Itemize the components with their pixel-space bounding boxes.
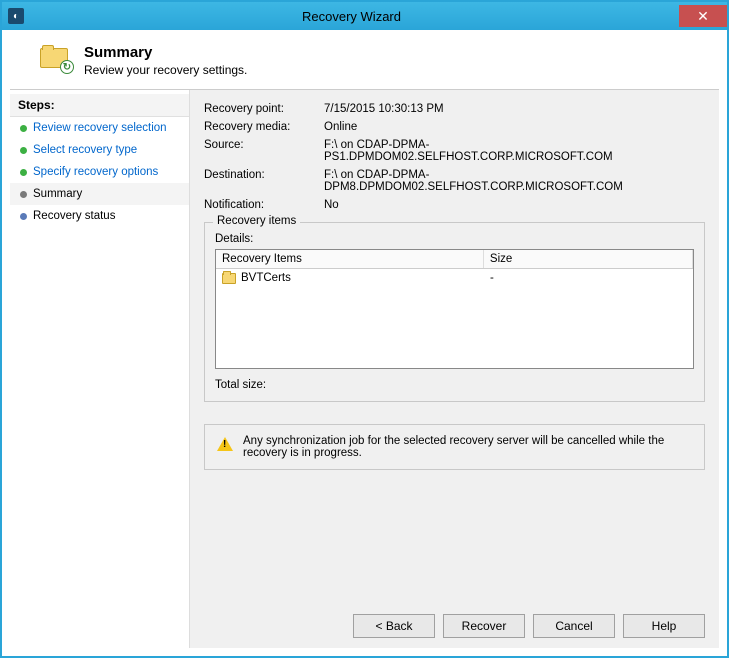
label: Source: xyxy=(204,139,324,163)
row-destination: Destination: F:\ on CDAP-DPMA-DPM8.DPMDO… xyxy=(204,169,705,193)
value: F:\ on CDAP-DPMA-PS1.DPMDOM02.SELFHOST.C… xyxy=(324,139,705,163)
value: 7/15/2015 10:30:13 PM xyxy=(324,103,705,115)
cell-name: BVTCerts xyxy=(216,269,484,287)
group-title: Recovery items xyxy=(213,215,300,227)
recover-button[interactable]: Recover xyxy=(443,614,525,638)
step-label: Recovery status xyxy=(33,210,115,222)
client-area: ↻ Summary Review your recovery settings.… xyxy=(2,30,727,656)
steps-header: Steps: xyxy=(10,94,189,117)
content-pane: Recovery point: 7/15/2015 10:30:13 PM Re… xyxy=(190,90,719,648)
warning-icon xyxy=(217,437,233,451)
step-label: Summary xyxy=(33,188,82,200)
total-label: Total size: xyxy=(215,379,266,391)
sync-warning-box: Any synchronization job for the selected… xyxy=(204,424,705,470)
close-button[interactable]: ✕ xyxy=(679,5,727,27)
step-review-recovery-selection[interactable]: Review recovery selection xyxy=(10,117,189,139)
step-done-icon xyxy=(20,125,27,132)
step-summary: Summary xyxy=(10,183,189,205)
label: Notification: xyxy=(204,199,324,211)
recovery-folder-icon: ↻ xyxy=(40,44,72,72)
table-row[interactable]: BVTCerts - xyxy=(216,269,693,287)
column-recovery-items[interactable]: Recovery Items xyxy=(216,250,484,268)
button-bar: < Back Recover Cancel Help xyxy=(204,602,705,638)
app-icon: ◐ xyxy=(8,8,24,24)
value: F:\ on CDAP-DPMA-DPM8.DPMDOM02.SELFHOST.… xyxy=(324,169,705,193)
row-recovery-media: Recovery media: Online xyxy=(204,121,705,133)
step-current-icon xyxy=(20,191,27,198)
step-recovery-status: Recovery status xyxy=(10,205,189,227)
recovery-items-group: Recovery items Details: Recovery Items S… xyxy=(204,222,705,402)
wizard-body: Steps: Review recovery selection Select … xyxy=(10,89,719,648)
help-button[interactable]: Help xyxy=(623,614,705,638)
step-done-icon xyxy=(20,147,27,154)
column-size[interactable]: Size xyxy=(484,250,693,268)
item-name: BVTCerts xyxy=(241,272,291,284)
row-recovery-point: Recovery point: 7/15/2015 10:30:13 PM xyxy=(204,103,705,115)
page-subtitle: Review your recovery settings. xyxy=(84,63,247,77)
label: Recovery point: xyxy=(204,103,324,115)
page-header: ↻ Summary Review your recovery settings. xyxy=(10,38,719,89)
value: Online xyxy=(324,121,705,133)
page-title: Summary xyxy=(84,44,247,61)
step-specify-recovery-options[interactable]: Specify recovery options xyxy=(10,161,189,183)
folder-icon xyxy=(222,273,236,284)
close-icon: ✕ xyxy=(697,8,709,25)
warning-text: Any synchronization job for the selected… xyxy=(243,435,692,459)
step-pending-icon xyxy=(20,213,27,220)
value: No xyxy=(324,199,705,211)
step-done-icon xyxy=(20,169,27,176)
recovery-items-table: Recovery Items Size BVTCerts - xyxy=(215,249,694,369)
label: Destination: xyxy=(204,169,324,193)
cancel-button[interactable]: Cancel xyxy=(533,614,615,638)
header-text: Summary Review your recovery settings. xyxy=(84,44,247,77)
label: Recovery media: xyxy=(204,121,324,133)
recovery-wizard-window: ◐ Recovery Wizard ✕ ↻ Summary Review you… xyxy=(0,0,729,658)
total-size-row: Total size: xyxy=(215,379,694,391)
details-label: Details: xyxy=(215,233,694,245)
step-label: Select recovery type xyxy=(33,144,137,156)
step-select-recovery-type[interactable]: Select recovery type xyxy=(10,139,189,161)
row-notification: Notification: No xyxy=(204,199,705,211)
back-button[interactable]: < Back xyxy=(353,614,435,638)
step-label: Review recovery selection xyxy=(33,122,167,134)
cell-size: - xyxy=(484,269,693,287)
steps-sidebar: Steps: Review recovery selection Select … xyxy=(10,90,190,648)
titlebar: ◐ Recovery Wizard ✕ xyxy=(2,2,727,30)
row-source: Source: F:\ on CDAP-DPMA-PS1.DPMDOM02.SE… xyxy=(204,139,705,163)
window-title: Recovery Wizard xyxy=(24,9,679,24)
table-header: Recovery Items Size xyxy=(216,250,693,269)
step-label: Specify recovery options xyxy=(33,166,158,178)
